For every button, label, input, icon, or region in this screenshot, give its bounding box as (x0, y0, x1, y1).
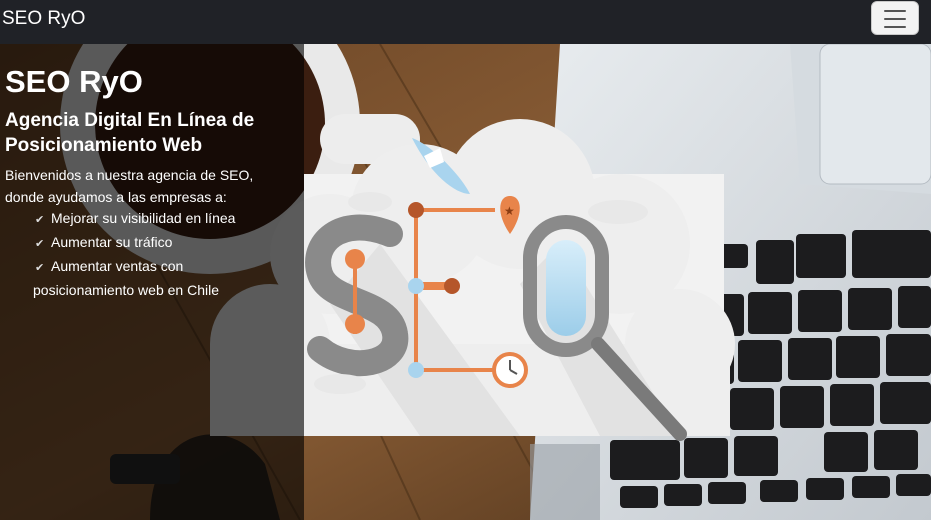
hero-subtitle: Agencia Digital En Línea de Posicionamie… (5, 110, 255, 156)
benefits-list: ✔ Mejorar su visibilidad en línea ✔ Aument… (33, 207, 283, 301)
benefit-text: Aumentar ventas con posicionamiento web … (33, 258, 219, 298)
hero-text-overlay: SEO RyO Agencia Digital En Línea de Posi… (0, 44, 304, 520)
list-item: ✔ Aumentar ventas con posicionamiento web… (33, 255, 283, 301)
check-icon: ✔ (35, 238, 45, 250)
list-item: ✔ Mejorar su visibilidad en línea (33, 207, 283, 231)
navbar-toggler-button[interactable] (871, 1, 919, 35)
list-item: ✔ Aumentar su tráfico (33, 231, 283, 255)
menu-icon (884, 10, 906, 28)
benefit-text: Aumentar su tráfico (51, 234, 173, 250)
svg-text:★: ★ (504, 204, 515, 218)
check-icon: ✔ (35, 214, 45, 226)
hero-section: ★ SEO RyO Agencia Digital En Línea de Po… (0, 44, 931, 520)
navbar: SEO RyO (0, 0, 931, 44)
hero-title: SEO RyO (5, 64, 143, 99)
navbar-brand[interactable]: SEO RyO (2, 8, 85, 30)
hero-intro-text: Bienvenidos a nuestra agencia de SEO, do… (5, 167, 254, 205)
benefit-text: Mejorar su visibilidad en línea (51, 210, 236, 226)
check-icon: ✔ (35, 262, 45, 274)
